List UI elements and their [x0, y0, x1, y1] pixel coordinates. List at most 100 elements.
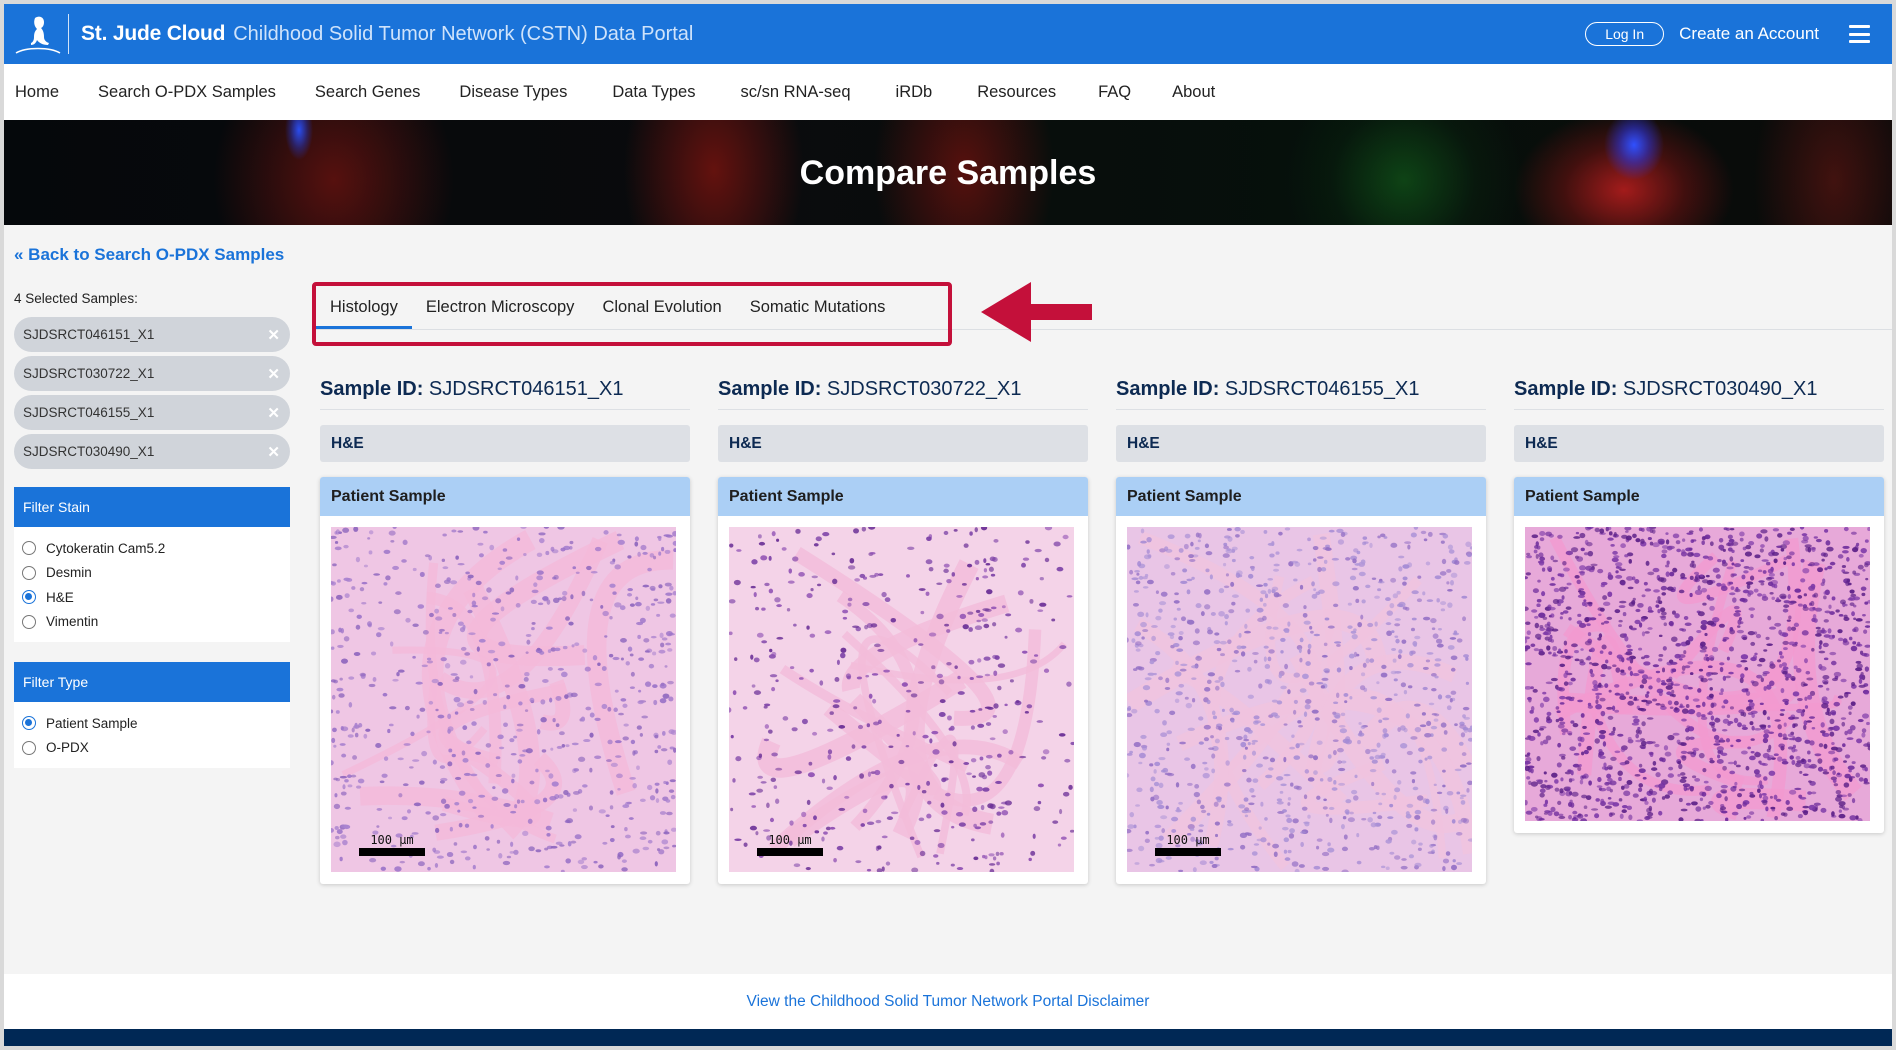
brand-name[interactable]: St. Jude Cloud — [81, 22, 225, 46]
nav-item-about[interactable]: About — [1172, 83, 1215, 102]
close-icon[interactable]: ✕ — [267, 365, 280, 383]
close-icon[interactable]: ✕ — [267, 443, 280, 461]
scale-bar-label: 100 µm — [768, 833, 812, 847]
filter-stain-panel: Filter Stain Cytokeratin Cam5.2 Desmin H… — [14, 487, 290, 642]
page-frame: St. Jude Cloud Childhood Solid Tumor Net… — [4, 4, 1892, 1046]
type-option-opdx[interactable]: O-PDX — [22, 736, 290, 761]
stain-header: H&E — [1514, 425, 1884, 462]
sample-id-value: SJDSRCT046151_X1 — [428, 378, 624, 400]
close-icon[interactable]: ✕ — [267, 404, 280, 422]
close-icon[interactable]: ✕ — [267, 326, 280, 344]
sample-chip-label: SJDSRCT046151_X1 — [23, 327, 155, 342]
tab-bar: Histology Electron Microscopy Clonal Evo… — [312, 282, 1892, 330]
sample-id-label: Sample ID: — [1514, 378, 1618, 400]
sample-type-header: Patient Sample — [1116, 477, 1486, 516]
annotation-arrow-icon — [981, 282, 1092, 342]
filter-stain-header: Filter Stain — [14, 487, 290, 527]
nav-item-resources[interactable]: Resources — [977, 83, 1056, 102]
sample-id-heading: Sample ID: SJDSRCT046155_X1 — [1116, 374, 1486, 410]
sample-id-heading: Sample ID: SJDSRCT046151_X1 — [320, 374, 690, 410]
radio-label: Patient Sample — [46, 715, 138, 731]
filter-type-header: Filter Type — [14, 662, 290, 702]
stain-header: H&E — [1116, 425, 1486, 462]
sample-type-header: Patient Sample — [718, 477, 1088, 516]
filter-type-panel: Filter Type Patient Sample O-PDX — [14, 662, 290, 768]
scale-bar-label: 100 µm — [370, 833, 414, 847]
nav-item-disease-types[interactable]: Disease Types — [459, 83, 567, 102]
hamburger-menu-icon[interactable] — [1849, 25, 1870, 43]
histology-image[interactable]: 100 µm — [729, 527, 1074, 872]
radio-button-checked[interactable] — [22, 590, 36, 605]
nav-item-search-genes[interactable]: Search Genes — [315, 83, 420, 102]
hero-banner: Compare Samples — [4, 120, 1892, 225]
histology-image[interactable]: 100 µm — [1127, 527, 1472, 872]
histology-texture — [1525, 527, 1870, 821]
sample-chip: SJDSRCT046155_X1 ✕ — [14, 395, 290, 430]
sample-id-label: Sample ID: — [718, 378, 822, 400]
radio-label: Vimentin — [46, 614, 99, 630]
sample-id-value: SJDSRCT030490_X1 — [1622, 378, 1818, 400]
radio-button[interactable] — [22, 614, 36, 629]
sample-type-header: Patient Sample — [1514, 477, 1884, 516]
nav-item-irdb[interactable]: iRDb — [896, 83, 933, 102]
histology-image[interactable] — [1525, 527, 1870, 821]
footer-bar — [4, 1029, 1892, 1046]
sample-id-label: Sample ID: — [1116, 378, 1220, 400]
sample-id-value: SJDSRCT030722_X1 — [826, 378, 1022, 400]
create-account-link[interactable]: Create an Account — [1679, 24, 1819, 44]
sample-image-card: Patient Sample 100 µm — [718, 477, 1088, 884]
sample-image-card: Patient Sample 100 µm — [320, 477, 690, 884]
histology-texture — [1127, 527, 1472, 872]
tab-clonal-evolution[interactable]: Clonal Evolution — [588, 282, 735, 329]
sample-chip: SJDSRCT046151_X1 ✕ — [14, 317, 290, 352]
sample-column: Sample ID: SJDSRCT046155_X1 H&E Patient … — [1116, 374, 1486, 884]
radio-label: O-PDX — [46, 740, 89, 756]
radio-button[interactable] — [22, 565, 36, 580]
selected-samples-label: 4 Selected Samples: — [14, 291, 138, 306]
back-to-search-link[interactable]: « Back to Search O-PDX Samples — [14, 245, 284, 265]
nav-item-faq[interactable]: FAQ — [1098, 83, 1131, 102]
sample-chip: SJDSRCT030490_X1 ✕ — [14, 434, 290, 469]
sample-column: Sample ID: SJDSRCT030722_X1 H&E Patient … — [718, 374, 1088, 884]
nav-item-home[interactable]: Home — [15, 83, 59, 102]
radio-label: Desmin — [46, 565, 92, 581]
st-jude-logo-icon[interactable] — [10, 9, 66, 59]
disclaimer-link[interactable]: View the Childhood Solid Tumor Network P… — [747, 993, 1150, 1011]
sample-chip-label: SJDSRCT030490_X1 — [23, 444, 155, 459]
top-header: St. Jude Cloud Childhood Solid Tumor Net… — [4, 4, 1892, 64]
tab-histology[interactable]: Histology — [316, 282, 412, 329]
scale-bar: 100 µm — [359, 834, 425, 856]
type-option-patient-sample[interactable]: Patient Sample — [22, 711, 290, 736]
sample-image-card: Patient Sample — [1514, 477, 1884, 833]
radio-button[interactable] — [22, 541, 36, 556]
nav-item-search-opdx-samples[interactable]: Search O-PDX Samples — [98, 83, 276, 102]
scale-bar: 100 µm — [1155, 834, 1221, 856]
portal-title[interactable]: Childhood Solid Tumor Network (CSTN) Dat… — [233, 23, 693, 46]
stain-header: H&E — [718, 425, 1088, 462]
sample-id-heading: Sample ID: SJDSRCT030490_X1 — [1514, 374, 1884, 410]
sample-chip-label: SJDSRCT046155_X1 — [23, 405, 155, 420]
radio-button-checked[interactable] — [22, 716, 36, 731]
footer: View the Childhood Solid Tumor Network P… — [4, 974, 1892, 1029]
scale-bar-label: 100 µm — [1166, 833, 1210, 847]
stain-option-desmin[interactable]: Desmin — [22, 561, 290, 586]
login-button[interactable]: Log In — [1585, 22, 1665, 46]
stain-option-he[interactable]: H&E — [22, 585, 290, 610]
histology-texture — [729, 527, 1074, 872]
sample-column: Sample ID: SJDSRCT046151_X1 H&E Patient … — [320, 374, 690, 884]
stain-option-cytokeratin[interactable]: Cytokeratin Cam5.2 — [22, 536, 290, 561]
histology-image[interactable]: 100 µm — [331, 527, 676, 872]
stain-option-vimentin[interactable]: Vimentin — [22, 610, 290, 635]
nav-item-data-types[interactable]: Data Types — [612, 83, 695, 102]
sample-id-value: SJDSRCT046155_X1 — [1224, 378, 1420, 400]
histology-texture — [331, 527, 676, 872]
sample-column: Sample ID: SJDSRCT030490_X1 H&E Patient … — [1514, 374, 1884, 833]
stain-header: H&E — [320, 425, 690, 462]
main-nav: Home Search O-PDX Samples Search Genes D… — [4, 64, 1892, 120]
sample-type-header: Patient Sample — [320, 477, 690, 516]
tab-somatic-mutations[interactable]: Somatic Mutations — [736, 282, 900, 329]
radio-button[interactable] — [22, 740, 36, 755]
nav-item-sc-sn-rna-seq[interactable]: sc/sn RNA-seq — [741, 83, 851, 102]
tab-electron-microscopy[interactable]: Electron Microscopy — [412, 282, 589, 329]
sample-id-label: Sample ID: — [320, 378, 424, 400]
